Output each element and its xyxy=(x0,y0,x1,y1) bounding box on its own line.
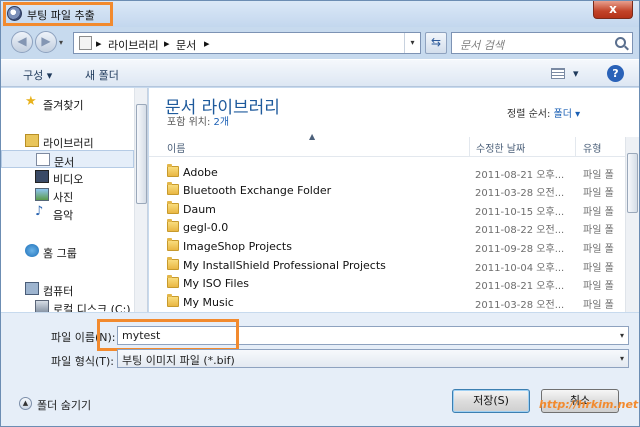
file-list-pane: 문서 라이브러리 포함 위치: 2개 정렬 순서: 폴더 ▾ 이름 ▲ 수정한 … xyxy=(149,88,639,312)
folder-icon xyxy=(167,164,179,177)
folder-icon xyxy=(167,201,179,214)
file-list-scrollbar[interactable] xyxy=(625,137,639,312)
video-icon xyxy=(35,170,49,183)
breadcrumb-documents[interactable]: 문서 xyxy=(176,37,196,53)
title-bar: 부팅 파일 추출 x xyxy=(1,1,639,27)
sidebar-item-homegroup[interactable]: 홈 그룹 xyxy=(1,242,134,260)
list-item[interactable]: Daum 2011-10-15 오후... 파일 폴 xyxy=(165,200,625,218)
sidebar-item-computer[interactable]: 컴퓨터 xyxy=(1,280,134,298)
address-dropdown-icon[interactable]: ▾ xyxy=(404,33,420,53)
sort-by-dropdown[interactable]: 폴더 ▾ xyxy=(554,109,581,120)
column-header: 이름 ▲ 수정한 날짜 유형 xyxy=(149,132,625,160)
filetype-label: 파일 형식(T): xyxy=(51,355,114,368)
forward-button[interactable]: ▶ xyxy=(35,31,57,53)
refresh-button[interactable]: ⇆ xyxy=(425,32,447,54)
recent-pages-dropdown[interactable]: ▾ xyxy=(59,38,63,47)
star-icon: ★ xyxy=(25,94,37,109)
navigation-pane: ★ 즐겨찾기 라이브러리 문서 비디오 사진 ♪ 음악 홈 그룹 컴퓨터 로컬 … xyxy=(1,88,148,312)
save-dialog: 부팅 파일 추출 x ◀ ▶ ▾ ▸ 라이브러리 ▸ 문서 ▸ ▾ ⇆ 문서 검… xyxy=(0,0,640,427)
search-placeholder: 문서 검색 xyxy=(460,39,504,52)
list-item[interactable]: ImageShop Projects 2011-09-28 오후... 파일 폴 xyxy=(165,237,625,255)
sidebar-item-music[interactable]: ♪ 음악 xyxy=(1,204,134,222)
sidebar-item-videos[interactable]: 비디오 xyxy=(1,168,134,186)
command-toolbar: 구성 ▾ 새 폴더 ▾ ? xyxy=(1,59,639,87)
sidebar-item-pictures[interactable]: 사진 xyxy=(1,186,134,204)
list-item[interactable]: My Music 2011-03-28 오전... 파일 폴 xyxy=(165,293,625,311)
view-dropdown-icon[interactable]: ▾ xyxy=(573,67,579,80)
list-item[interactable]: gegl-0.0 2011-08-22 오전... 파일 폴 xyxy=(165,218,625,236)
window-title: 부팅 파일 추출 xyxy=(27,9,95,22)
document-icon xyxy=(36,153,50,166)
music-icon: ♪ xyxy=(35,204,44,219)
app-icon xyxy=(7,6,22,21)
folder-icon xyxy=(167,238,179,251)
search-input[interactable]: 문서 검색 xyxy=(451,32,633,54)
breadcrumb-separator-icon[interactable]: ▸ xyxy=(96,37,102,50)
filetype-dropdown-icon[interactable]: ▾ xyxy=(620,354,624,363)
view-options-icon[interactable] xyxy=(551,68,565,79)
sort-control: 정렬 순서: 폴더 ▾ xyxy=(507,109,581,120)
folder-icon xyxy=(167,257,179,270)
picture-icon xyxy=(35,188,49,201)
filename-dropdown-icon[interactable]: ▾ xyxy=(620,331,624,340)
scrollbar-thumb[interactable] xyxy=(136,104,147,204)
folder-icon xyxy=(167,275,179,288)
sidebar-item-documents[interactable]: 문서 xyxy=(1,150,134,169)
breadcrumb-libraries[interactable]: 라이브러리 xyxy=(108,37,159,53)
folder-icon xyxy=(167,182,179,195)
collapse-arrow-icon: ▲ xyxy=(19,397,32,410)
sort-arrow-icon: ▲ xyxy=(309,132,316,141)
navigation-bar: ◀ ▶ ▾ ▸ 라이브러리 ▸ 문서 ▸ ▾ ⇆ 문서 검색 xyxy=(1,27,639,57)
filename-highlight-box xyxy=(97,319,239,351)
list-item[interactable]: My ISO Files 2011-08-21 오후... 파일 폴 xyxy=(165,274,625,292)
library-includes: 포함 위치: 2개 xyxy=(167,117,230,128)
folder-icon xyxy=(167,294,179,307)
close-button[interactable]: x xyxy=(593,1,633,19)
library-icon xyxy=(25,134,39,147)
column-name[interactable]: 이름 xyxy=(167,140,185,160)
list-item[interactable]: Adobe 2011-08-21 오후... 파일 폴 xyxy=(165,163,625,181)
folder-icon xyxy=(167,219,179,232)
new-folder-button[interactable]: 새 폴더 xyxy=(85,67,119,83)
sidebar-item-local-disk[interactable]: 로컬 디스크 (C:) xyxy=(1,298,134,312)
homegroup-icon xyxy=(25,244,39,257)
filetype-select[interactable]: 부팅 이미지 파일 (*.bif) ▾ xyxy=(117,349,629,368)
breadcrumb-separator-icon[interactable]: ▸ xyxy=(164,37,170,50)
folder-location-icon xyxy=(79,36,92,50)
sidebar-item-libraries[interactable]: 라이브러리 xyxy=(1,132,134,150)
breadcrumb-separator-icon[interactable]: ▸ xyxy=(204,37,210,50)
list-item[interactable]: My InstallShield Professional Projects 2… xyxy=(165,256,625,274)
save-button[interactable]: 저장(S) xyxy=(452,389,530,413)
column-type[interactable]: 유형 xyxy=(583,140,601,160)
sidebar-item-favorites[interactable]: ★ 즐겨찾기 xyxy=(1,94,134,112)
help-icon[interactable]: ? xyxy=(607,65,624,82)
watermark-text: http://hrkim.net xyxy=(539,398,639,411)
navigation-scrollbar[interactable] xyxy=(134,88,147,312)
scrollbar-thumb[interactable] xyxy=(627,153,638,213)
includes-locations-link[interactable]: 2개 xyxy=(214,117,230,128)
organize-button[interactable]: 구성 ▾ xyxy=(23,67,52,83)
list-item[interactable]: Bluetooth Exchange Folder 2011-03-28 오전.… xyxy=(165,181,625,199)
disk-icon xyxy=(35,300,49,312)
search-icon xyxy=(615,37,626,48)
computer-icon xyxy=(25,282,39,295)
address-bar[interactable]: ▸ 라이브러리 ▸ 문서 ▸ ▾ xyxy=(73,32,421,54)
back-button[interactable]: ◀ xyxy=(11,31,33,53)
column-modified[interactable]: 수정한 날짜 xyxy=(476,140,525,160)
